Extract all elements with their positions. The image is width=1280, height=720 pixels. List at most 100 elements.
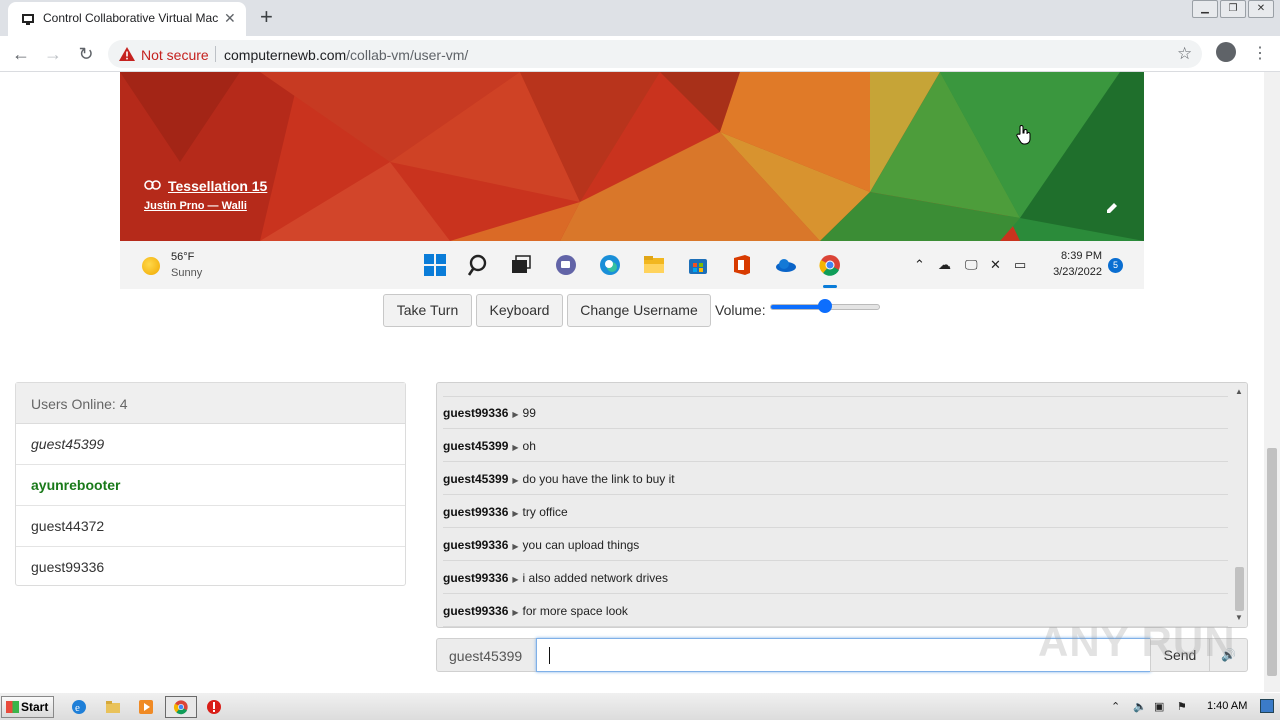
- chat-icon[interactable]: [554, 253, 578, 277]
- weather-temperature: 56°F: [171, 251, 195, 263]
- chat-username: guest45399: [443, 439, 509, 453]
- tray-network-icon[interactable]: ▣: [1154, 700, 1164, 713]
- chat-text: do you have the link to buy it: [522, 472, 675, 486]
- task-view-icon[interactable]: [509, 253, 533, 277]
- back-arrow-icon[interactable]: ←: [10, 43, 32, 65]
- wallpaper-caption[interactable]: Tessellation 15 Justin Prno — Walli: [144, 178, 267, 212]
- notification-badge[interactable]: 5: [1108, 258, 1123, 273]
- stop-icon[interactable]: [206, 699, 222, 715]
- os-clock[interactable]: 1:40 AM: [1207, 700, 1247, 712]
- active-app-indicator: [823, 285, 837, 288]
- forward-arrow-icon[interactable]: →: [42, 43, 64, 65]
- chat-scroll-thumb[interactable]: [1235, 567, 1244, 611]
- users-online-header: Users Online: 4: [16, 383, 405, 424]
- chat-username: guest99336: [443, 571, 509, 585]
- start-label: Start: [21, 700, 49, 714]
- volume-muted-icon[interactable]: ✕: [990, 257, 1001, 273]
- chat-scrollbar[interactable]: ▲ ▼: [1231, 383, 1247, 627]
- scroll-down-arrow-icon[interactable]: ▼: [1235, 613, 1243, 622]
- chat-message: guest99336 ▶ you can upload things: [443, 528, 1228, 561]
- tray-flag-icon[interactable]: ⚑: [1177, 700, 1187, 713]
- minimize-icon[interactable]: ▁: [1192, 0, 1218, 18]
- page-scrollbar[interactable]: [1264, 72, 1280, 692]
- take-turn-button[interactable]: Take Turn: [383, 294, 472, 327]
- anyrun-watermark: ANY RUN: [1038, 618, 1236, 665]
- chat-message: guest99336 ▶ try office: [443, 495, 1228, 528]
- internet-explorer-icon[interactable]: e: [71, 699, 87, 715]
- arrow-right-icon: ▶: [512, 575, 519, 584]
- navigation-bar: ← → ↻ Not secure computernewb.com/collab…: [0, 36, 1280, 72]
- url-path: /collab-vm/user-vm/: [346, 47, 469, 63]
- profile-avatar-icon[interactable]: [1216, 42, 1236, 62]
- chat-username: guest99336: [443, 505, 509, 519]
- chat-text: try office: [522, 505, 568, 519]
- vm-taskbar: 56°F Sunny ⌃ ☁ 🖵 ✕ ▭ 8:39 PM 3/23/2022 5: [120, 241, 1144, 289]
- user-list-item[interactable]: guest99336: [16, 547, 405, 588]
- tray-chevron-icon[interactable]: ⌃: [1111, 700, 1120, 713]
- chrome-taskbar-button[interactable]: [165, 696, 197, 718]
- change-username-button[interactable]: Change Username: [567, 294, 711, 327]
- folder-icon[interactable]: [105, 699, 121, 715]
- start-button[interactable]: Start: [1, 696, 54, 718]
- svg-text:e: e: [75, 702, 80, 714]
- vm-clock-time[interactable]: 8:39 PM: [1044, 250, 1102, 262]
- keyboard-button[interactable]: Keyboard: [476, 294, 563, 327]
- onedrive-icon[interactable]: [774, 253, 798, 277]
- chat-message: guest45399 ▶ do you have the link to buy i…: [443, 462, 1228, 495]
- onedrive-tray-icon[interactable]: ☁: [938, 257, 951, 273]
- file-explorer-icon[interactable]: [642, 253, 666, 277]
- scroll-up-arrow-icon[interactable]: ▲: [1235, 387, 1243, 396]
- volume-label: Volume:: [715, 302, 766, 318]
- os-taskbar: Start e ⌃ 🔈 ▣ ⚑ 1:40 AM: [0, 692, 1280, 720]
- chat-username: guest45399: [443, 472, 509, 486]
- vm-clock-date[interactable]: 3/23/2022: [1040, 266, 1102, 278]
- chrome-icon[interactable]: [818, 253, 842, 277]
- store-icon[interactable]: [686, 253, 710, 277]
- office-icon[interactable]: [730, 253, 754, 277]
- arrow-right-icon: ▶: [512, 443, 519, 452]
- edge-icon[interactable]: [598, 253, 622, 277]
- windows-start-icon[interactable]: [423, 253, 447, 277]
- close-tab-icon[interactable]: ✕: [224, 10, 236, 27]
- address-bar[interactable]: Not secure computernewb.com/collab-vm/us…: [108, 40, 1202, 68]
- volume-fill: [771, 305, 825, 309]
- close-window-icon[interactable]: ✕: [1248, 0, 1274, 18]
- page-scroll-thumb[interactable]: [1267, 448, 1277, 676]
- wallpaper-title[interactable]: Tessellation 15: [168, 178, 267, 194]
- chat-text: 99: [522, 406, 536, 420]
- volume-thumb[interactable]: [818, 299, 832, 313]
- user-list-item[interactable]: guest44372: [16, 506, 405, 547]
- chat-message: guest45399 ▶ oh: [443, 429, 1228, 462]
- search-icon[interactable]: [467, 253, 491, 277]
- pencil-icon[interactable]: [1104, 200, 1120, 216]
- user-list-item[interactable]: guest45399: [16, 424, 405, 465]
- chat-message: guest99336 ▶ 99: [443, 396, 1228, 429]
- menu-kebab-icon[interactable]: ⋮: [1252, 43, 1268, 63]
- vm-display[interactable]: Tessellation 15 Justin Prno — Walli 56°F…: [120, 72, 1144, 289]
- arrow-right-icon: ▶: [512, 410, 519, 419]
- media-player-icon[interactable]: [138, 699, 154, 715]
- wallpaper-author[interactable]: Justin Prno — Walli: [144, 200, 267, 212]
- chat-panel[interactable]: guest99336 ▶ 99 guest45399 ▶ oh guest45399 ▶ d…: [436, 382, 1248, 628]
- battery-icon[interactable]: ▭: [1014, 257, 1026, 273]
- security-label[interactable]: Not secure: [141, 47, 209, 63]
- chevron-up-icon[interactable]: ⌃: [914, 257, 925, 273]
- divider: [215, 46, 216, 62]
- chrome-icon: [173, 700, 188, 715]
- arrow-right-icon: ▶: [512, 476, 519, 485]
- network-icon[interactable]: 🖵: [965, 257, 978, 273]
- chat-username: guest99336: [443, 538, 509, 552]
- user-list-item[interactable]: ayunrebooter: [16, 465, 405, 506]
- browser-tab[interactable]: Control Collaborative Virtual Machine ✕: [8, 2, 246, 36]
- sun-icon: [142, 257, 160, 275]
- volume-slider[interactable]: [770, 299, 880, 313]
- url-text[interactable]: computernewb.com/collab-vm/user-vm/: [224, 47, 468, 63]
- reload-icon[interactable]: ↻: [75, 43, 97, 65]
- tray-speaker-icon[interactable]: 🔈: [1133, 700, 1147, 713]
- show-desktop-icon[interactable]: [1260, 699, 1274, 713]
- chat-message: guest99336 ▶ i also added network drives: [443, 561, 1228, 594]
- new-tab-icon[interactable]: +: [260, 5, 273, 29]
- weather-condition: Sunny: [171, 267, 203, 279]
- bookmark-star-icon[interactable]: ☆: [1177, 44, 1192, 64]
- restore-icon[interactable]: ❐: [1220, 0, 1246, 18]
